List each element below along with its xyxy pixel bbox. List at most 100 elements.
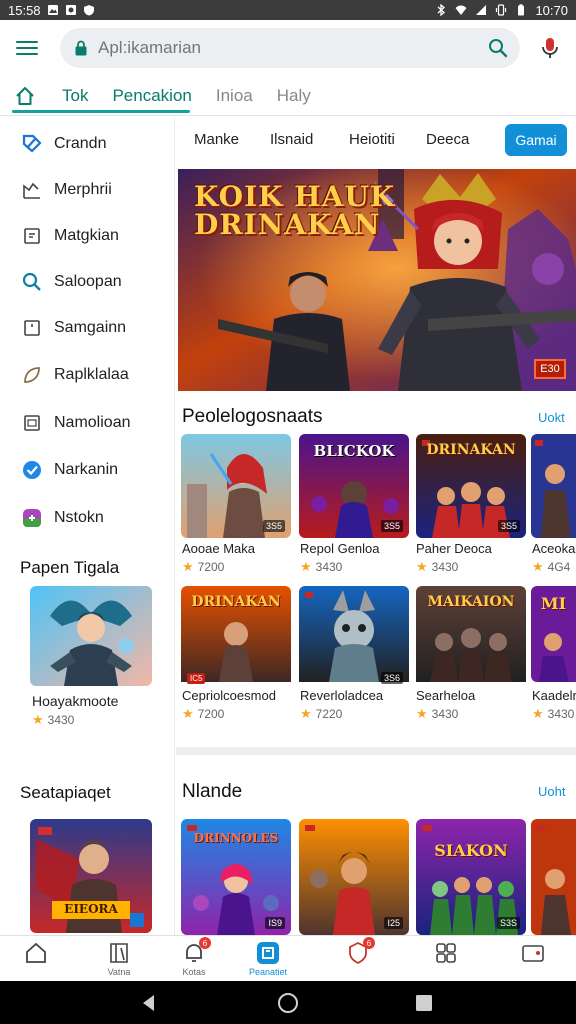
wallet-icon: [522, 945, 544, 962]
star-icon: ★: [32, 712, 44, 727]
nav-label: Peanatiet: [248, 967, 288, 977]
menu-button[interactable]: [16, 38, 38, 58]
game-card-art-text: DRINAKAN: [426, 442, 516, 458]
hero-age-badge: E30: [534, 359, 566, 379]
game-card-rating-value: 3430: [547, 707, 575, 721]
game-card-rating-value: 4G4: [547, 560, 571, 574]
featured-card-title: Hoayakmoote: [32, 693, 119, 709]
active-tab-indicator: [12, 110, 190, 113]
game-card[interactable]: 3S5: [181, 434, 291, 538]
featured-card-2-art-text: EIEORA: [64, 902, 118, 916]
star-icon: ★: [182, 559, 194, 574]
check-badge-icon: [23, 461, 41, 479]
star-icon: ★: [182, 706, 194, 721]
sidebar-item-crandn[interactable]: Crandn: [0, 121, 174, 167]
picture-icon: [24, 415, 40, 431]
sidebar-item-label: Namolioan: [54, 414, 131, 431]
sidebar-item-label: Nstokn: [54, 509, 104, 526]
sidebar-item-raplklalaa[interactable]: Raplklalaa: [0, 352, 174, 398]
featured-card-rating-value: 3430: [47, 713, 75, 727]
game-card-artwork: [299, 586, 409, 682]
back-icon[interactable]: [138, 992, 160, 1014]
game-card[interactable]: 3S6: [299, 586, 409, 690]
category-gamai-button[interactable]: Gamai: [505, 124, 567, 156]
game-card-art-text: MAIKAION: [427, 594, 515, 610]
nav-library[interactable]: Vatna: [89, 940, 149, 980]
game-card-badge: 3S5: [497, 520, 520, 532]
sidebar-item-namolioan[interactable]: Namolioan: [0, 400, 174, 446]
nav-label: Vatna: [107, 967, 131, 977]
game-card-art-text: DRINAKAN: [191, 594, 281, 610]
game-card-artwork: [531, 434, 576, 538]
search-bar[interactable]: [60, 28, 520, 68]
game-card-title: Kaadeln: [532, 688, 576, 703]
sidebar: Crandn Merphrii Matgkian Saloopan Samgai…: [0, 117, 175, 935]
game-card-title: Paher Deoca: [416, 541, 492, 556]
star-icon: ★: [300, 706, 312, 721]
game-card[interactable]: [531, 819, 576, 935]
game-card-rating-value: 3430: [315, 560, 343, 574]
game-card[interactable]: SIAKON S3S: [416, 819, 526, 935]
bottom-navigation: Vatna 6 Kotas Peanatiet 6: [0, 935, 576, 981]
game-card[interactable]: MI: [531, 586, 576, 682]
game-card[interactable]: [531, 434, 576, 538]
game-card-art-text: BLICKOK: [313, 442, 395, 460]
game-card-title: Aooae Maka: [182, 541, 255, 556]
search-input[interactable]: [98, 38, 478, 58]
nav-controller[interactable]: [416, 940, 476, 980]
category-heiotiti[interactable]: Heiotiti: [349, 131, 395, 148]
search-icon[interactable]: [488, 38, 508, 58]
notification-badge: 6: [199, 937, 211, 949]
section-title: Nlande: [182, 781, 243, 802]
hero-banner[interactable]: KOIK HAUK DRINAKAN E30: [178, 169, 576, 391]
nav-notifications[interactable]: 6 Kotas: [164, 937, 224, 980]
sidebar-item-nstokn[interactable]: Nstokn: [0, 495, 174, 541]
game-card-art-text: SIAKON: [434, 841, 508, 860]
app-header: [0, 20, 576, 76]
section-more-link[interactable]: Uoht: [538, 784, 565, 799]
game-card[interactable]: BLICKOK 3S5: [299, 434, 409, 538]
recents-icon[interactable]: [413, 992, 435, 1014]
sidebar-item-merphrii[interactable]: Merphrii: [0, 167, 174, 213]
nav-store[interactable]: Peanatiet: [238, 940, 298, 980]
home-button-icon[interactable]: [277, 992, 299, 1014]
sidebar-item-samgainn[interactable]: Samgainn: [0, 305, 174, 351]
game-card-title: Reverloladcea: [300, 688, 384, 703]
nav-security[interactable]: 6: [328, 937, 388, 980]
game-card-title: Cepriolcoesmod: [182, 688, 276, 703]
category-ilsnaid[interactable]: Ilsnaid: [270, 131, 313, 148]
game-card-badge: 3S6: [380, 672, 403, 684]
home-icon: [16, 86, 34, 105]
nav-home[interactable]: [6, 940, 66, 980]
star-icon: ★: [416, 559, 428, 574]
sidebar-item-saloopan[interactable]: Saloopan: [0, 259, 174, 305]
nav-wallet[interactable]: [503, 940, 563, 980]
game-card[interactable]: DRINNOLES IS9: [181, 819, 291, 935]
game-card-rating: ★ 7200: [182, 706, 224, 722]
sidebar-item-matgkian[interactable]: Matgkian: [0, 213, 174, 259]
game-card[interactable]: MAIKAION: [416, 586, 526, 690]
game-card[interactable]: DRINAKAN 3S5: [416, 434, 526, 538]
category-manke[interactable]: Manke: [194, 131, 239, 148]
voice-search-button[interactable]: [538, 36, 562, 60]
sidebar-featured-card[interactable]: [30, 586, 152, 686]
sidebar-featured-card-2[interactable]: EIEORA: [30, 819, 152, 933]
chart-icon: [23, 182, 40, 199]
game-card-badge: S3S: [496, 917, 520, 929]
game-card[interactable]: I25: [299, 819, 409, 935]
tab-inioa[interactable]: Inioa: [204, 76, 265, 116]
game-card-badge: I25: [384, 917, 403, 929]
section-more-link[interactable]: Uokt: [538, 410, 565, 425]
sidebar-item-label: Crandn: [54, 135, 107, 152]
sidebar-item-label: Samgainn: [54, 319, 127, 336]
category-deeca[interactable]: Deeca: [426, 131, 469, 148]
game-card-rating-value: 7220: [315, 707, 343, 721]
game-card[interactable]: DRINAKAN IC5: [181, 586, 291, 690]
game-card-rating-value: 7200: [197, 560, 225, 574]
tab-haly[interactable]: Haly: [265, 76, 323, 116]
section-title: Peolelogosnaats: [182, 406, 323, 427]
sidebar-item-narkanin[interactable]: Narkanin: [0, 447, 174, 493]
wifi-icon: [455, 5, 467, 15]
shield-notification-icon: [83, 5, 94, 16]
star-icon: ★: [532, 559, 544, 574]
